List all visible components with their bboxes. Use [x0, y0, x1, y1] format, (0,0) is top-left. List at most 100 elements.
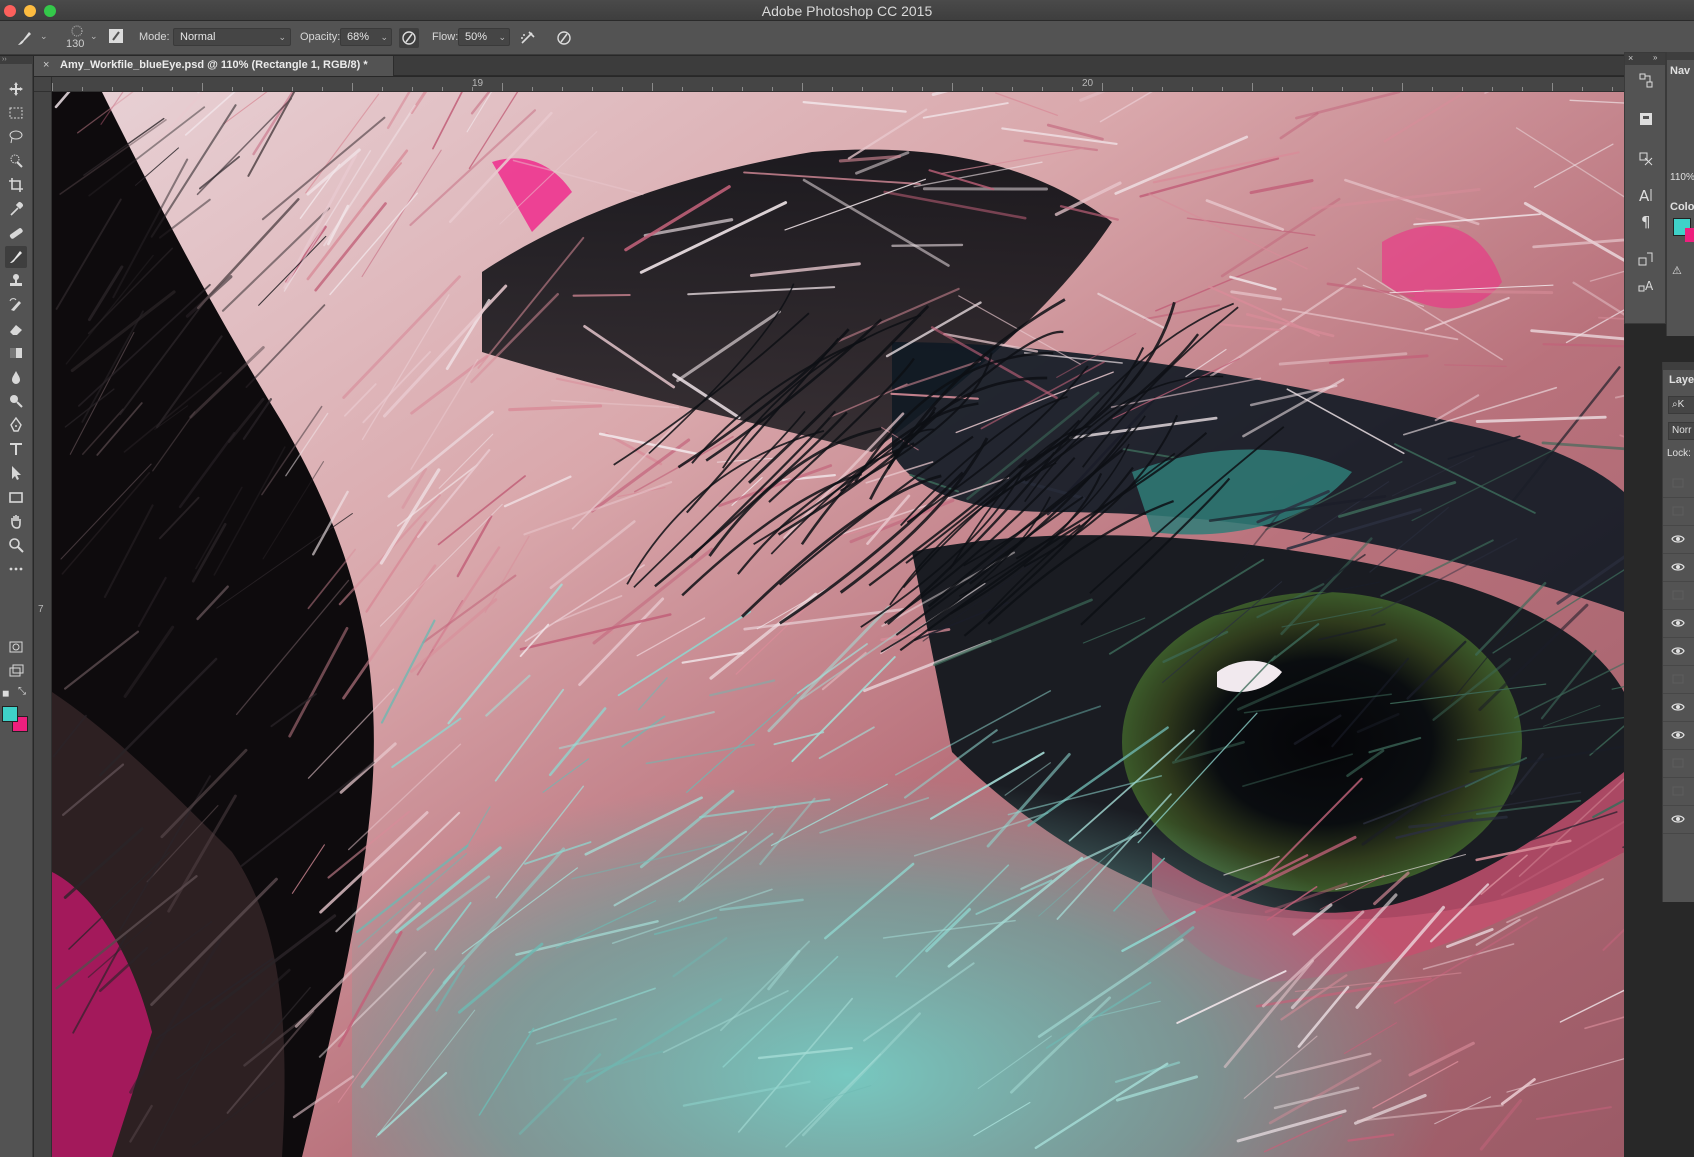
eraser-tool[interactable]: [5, 318, 27, 340]
document-tab[interactable]: × Amy_Workfile_blueEye.psd @ 110% (Recta…: [34, 56, 394, 76]
layers-panel-header[interactable]: [1663, 362, 1694, 370]
visibility-eye-icon[interactable]: [1671, 813, 1685, 827]
layers-tab[interactable]: Laye: [1669, 374, 1694, 386]
paragraph-panel-button[interactable]: ¶: [1636, 211, 1656, 231]
history-panel-button[interactable]: [1636, 71, 1656, 91]
visibility-eye-icon[interactable]: [1671, 729, 1685, 743]
ruler-tick: [82, 87, 83, 91]
hand-tool[interactable]: [5, 510, 27, 532]
navigator-tab[interactable]: Nav: [1667, 62, 1694, 80]
layer-row[interactable]: [1663, 526, 1694, 554]
history-brush-tool[interactable]: [5, 294, 27, 316]
layer-row[interactable]: [1663, 806, 1694, 834]
panel-header-bar[interactable]: [1667, 52, 1694, 60]
layer-row[interactable]: [1663, 694, 1694, 722]
panel-strip-header[interactable]: × »: [1625, 53, 1665, 65]
layer-row[interactable]: [1663, 722, 1694, 750]
pressure-opacity-icon[interactable]: [399, 28, 419, 48]
character-panel-button[interactable]: A: [1636, 185, 1656, 205]
lasso-tool[interactable]: [5, 126, 27, 148]
layer-row[interactable]: [1663, 750, 1694, 778]
photoshop-app: Adobe Photoshop CC 2015 ⌄ 130 ⌄ Mode: No…: [0, 0, 1694, 1157]
pressure-size-icon[interactable]: [554, 28, 574, 48]
opacity-field[interactable]: 68% ⌄: [340, 28, 392, 46]
ruler-tick: [862, 87, 863, 91]
svg-text:A: A: [1645, 279, 1654, 293]
layer-row[interactable]: [1663, 666, 1694, 694]
brush-tool[interactable]: [5, 246, 27, 268]
quick-mask-button[interactable]: [5, 636, 27, 658]
vertical-ruler[interactable]: 7: [34, 92, 52, 1157]
layer-row[interactable]: [1663, 498, 1694, 526]
properties-panel-button[interactable]: [1636, 109, 1656, 129]
horizontal-ruler[interactable]: 19 20: [52, 77, 1624, 92]
layer-row[interactable]: [1663, 582, 1694, 610]
foreground-color-swatch[interactable]: [2, 706, 18, 722]
navigator-zoom-value[interactable]: 110%: [1670, 172, 1694, 183]
quick-select-tool[interactable]: [5, 150, 27, 172]
eyedropper-tool[interactable]: [5, 198, 27, 220]
color-tab[interactable]: Colo: [1667, 198, 1694, 216]
toolbar-grip[interactable]: ››: [0, 56, 33, 64]
visibility-empty-icon[interactable]: [1671, 673, 1685, 687]
visibility-empty-icon[interactable]: [1671, 477, 1685, 491]
layer-row[interactable]: [1663, 470, 1694, 498]
ruler-origin[interactable]: [34, 77, 52, 92]
mode-select[interactable]: Normal ⌄: [173, 28, 291, 46]
zoom-tool[interactable]: [5, 534, 27, 556]
close-tab-icon[interactable]: ×: [43, 59, 49, 71]
brush-preset-chevron-icon[interactable]: ⌄: [40, 31, 48, 42]
layer-row[interactable]: [1663, 610, 1694, 638]
visibility-eye-icon[interactable]: [1671, 533, 1685, 547]
swap-colors-icon[interactable]: ⤡: [18, 686, 26, 697]
pen-tool[interactable]: [5, 414, 27, 436]
paragraph-styles-panel-button[interactable]: A: [1636, 275, 1656, 295]
ruler-tick: [622, 87, 623, 91]
default-colors-icon[interactable]: ◼: [2, 688, 9, 699]
visibility-empty-icon[interactable]: [1671, 785, 1685, 799]
shape-tool[interactable]: [5, 486, 27, 508]
ruler-tick: [1372, 87, 1373, 91]
stamp-tool[interactable]: [5, 270, 27, 292]
visibility-empty-icon[interactable]: [1671, 757, 1685, 771]
ruler-tick: [172, 87, 173, 91]
layer-filter-field[interactable]: ⌕K: [1668, 396, 1694, 414]
layer-blend-mode-select[interactable]: Norr: [1668, 422, 1694, 440]
blur-tool[interactable]: [5, 366, 27, 388]
visibility-eye-icon[interactable]: [1671, 617, 1685, 631]
window-title: Adobe Photoshop CC 2015: [761, 3, 933, 19]
marquee-tool[interactable]: [5, 102, 27, 124]
layer-row[interactable]: [1663, 778, 1694, 806]
visibility-empty-icon[interactable]: [1671, 505, 1685, 519]
color-panel-background-swatch[interactable]: [1685, 228, 1694, 242]
brush-preset-icon[interactable]: [14, 28, 36, 48]
ruler-tick: [772, 87, 773, 91]
visibility-eye-icon[interactable]: [1671, 561, 1685, 575]
panel-expand-icon[interactable]: »: [1653, 53, 1657, 62]
painting-artwork: [52, 92, 1624, 1157]
brush-panel-toggle-icon[interactable]: [108, 28, 126, 46]
brush-size-chevron-icon[interactable]: ⌄: [90, 31, 98, 42]
move-tool[interactable]: [5, 78, 27, 100]
visibility-empty-icon[interactable]: [1671, 589, 1685, 603]
character-styles-panel-button[interactable]: [1636, 249, 1656, 269]
layer-row[interactable]: [1663, 554, 1694, 582]
healing-tool[interactable]: [5, 222, 27, 244]
flow-field[interactable]: 50% ⌄: [458, 28, 510, 46]
more-tools[interactable]: [5, 558, 27, 580]
path-select-tool[interactable]: [5, 462, 27, 484]
screen-mode-button[interactable]: [5, 660, 27, 682]
type-tool[interactable]: [5, 438, 27, 460]
panel-close-icon[interactable]: ×: [1628, 53, 1633, 63]
out-of-gamut-warning-icon[interactable]: ⚠: [1672, 264, 1682, 277]
gradient-tool[interactable]: [5, 342, 27, 364]
clone-source-panel-button[interactable]: [1636, 149, 1656, 169]
airbrush-icon[interactable]: [518, 28, 538, 48]
visibility-eye-icon[interactable]: [1671, 701, 1685, 715]
crop-tool[interactable]: [5, 174, 27, 196]
document-canvas[interactable]: [52, 92, 1624, 1157]
layer-row[interactable]: [1663, 638, 1694, 666]
dodge-tool[interactable]: [5, 390, 27, 412]
visibility-eye-icon[interactable]: [1671, 645, 1685, 659]
ruler-tick: [742, 87, 743, 91]
